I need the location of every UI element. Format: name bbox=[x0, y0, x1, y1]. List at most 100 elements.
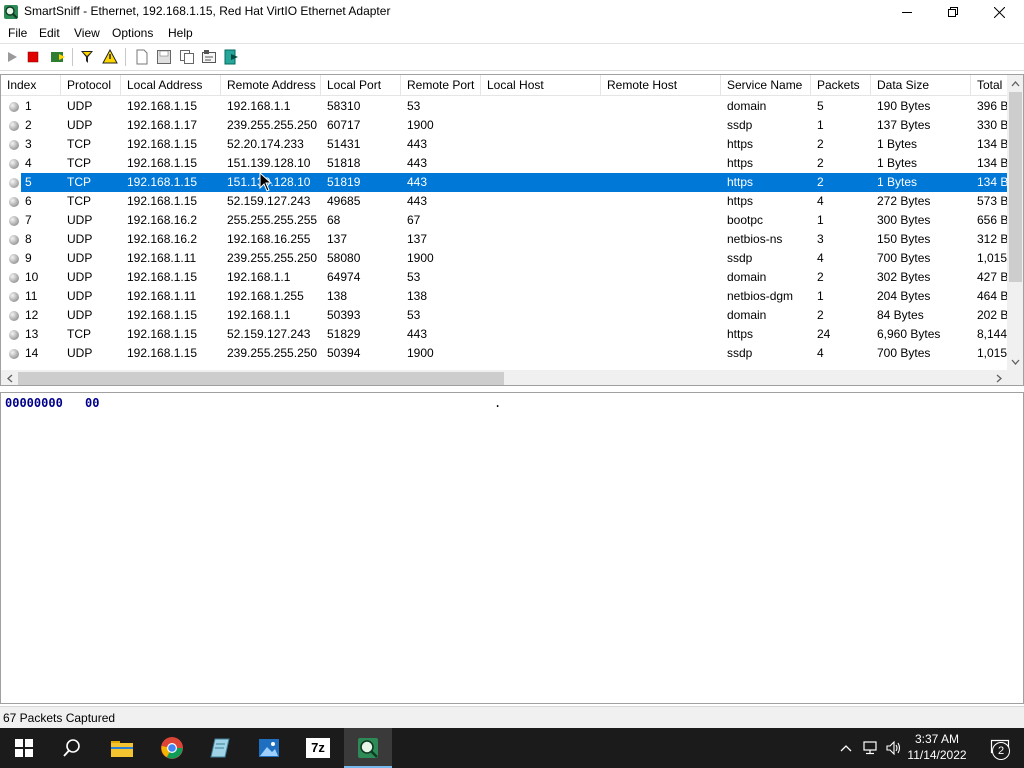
menu-file[interactable]: File bbox=[8, 26, 27, 40]
table-row[interactable]: 5TCP192.168.1.15151.139.128.1051819443ht… bbox=[1, 173, 1007, 192]
cell-data-size: 150 Bytes bbox=[877, 232, 931, 246]
cell-remote-port: 1900 bbox=[407, 251, 434, 265]
start-capture-icon[interactable] bbox=[3, 48, 21, 66]
menu-options[interactable]: Options bbox=[112, 26, 153, 40]
cell-packets: 2 bbox=[817, 156, 824, 170]
save-icon[interactable] bbox=[155, 48, 173, 66]
close-button[interactable] bbox=[976, 0, 1022, 24]
cell-protocol: UDP bbox=[67, 346, 93, 360]
scroll-right-icon[interactable] bbox=[990, 370, 1007, 385]
col-local-port[interactable]: Local Port bbox=[321, 75, 401, 96]
filter-icon[interactable] bbox=[78, 48, 96, 66]
cell-local-address: 192.168.16.2 bbox=[127, 213, 198, 227]
notepad-icon[interactable] bbox=[196, 728, 244, 768]
cell-protocol: UDP bbox=[67, 251, 93, 265]
smartsniff-taskbar-icon[interactable] bbox=[344, 728, 392, 768]
table-row[interactable]: 8 UDP 192.168.16.2 192.168.16.255 137 137 netb… bbox=[1, 230, 1007, 249]
cell-packets: 3 bbox=[817, 232, 824, 246]
scroll-left-icon[interactable] bbox=[1, 370, 18, 385]
cell-service: domain bbox=[727, 270, 767, 284]
col-protocol[interactable]: Protocol bbox=[61, 75, 121, 96]
taskbar-clock[interactable]: 3:37 AM 11/14/2022 bbox=[905, 731, 969, 763]
col-data-size[interactable]: Data Size bbox=[871, 75, 971, 96]
cell-remote-address: 151.139.128.10 bbox=[227, 156, 311, 170]
capture-options-icon[interactable] bbox=[49, 48, 67, 66]
7zip-icon[interactable]: 7z bbox=[294, 728, 342, 768]
windows-start-icon[interactable] bbox=[0, 728, 48, 768]
col-remote-address[interactable]: Remote Address bbox=[221, 75, 321, 96]
table-row[interactable]: 10 UDP 192.168.1.15 192.168.1.1 64974 53 domai… bbox=[1, 268, 1007, 287]
cell-local-host bbox=[481, 249, 601, 268]
search-icon[interactable] bbox=[48, 728, 96, 768]
title-bar[interactable]: SmartSniff - Ethernet, 192.168.1.15, Red… bbox=[0, 0, 1024, 24]
table-row[interactable]: 9 UDP 192.168.1.11 239.255.255.250 58080 1900… bbox=[1, 249, 1007, 268]
notifications-icon[interactable]: 2 bbox=[976, 728, 1024, 768]
cell-protocol: TCP bbox=[67, 156, 91, 170]
table-row[interactable]: 14 UDP 192.168.1.15 239.255.255.250 50394 190… bbox=[1, 344, 1007, 363]
restore-button[interactable] bbox=[930, 0, 976, 24]
table-row[interactable]: 4 TCP 192.168.1.15 151.139.128.10 51818 443 ht… bbox=[1, 154, 1007, 173]
volume-icon[interactable] bbox=[884, 728, 904, 768]
table-row[interactable]: 2 UDP 192.168.1.17 239.255.255.250 60717 1900… bbox=[1, 116, 1007, 135]
col-total[interactable]: Total bbox=[971, 75, 1011, 96]
cell-remote-host bbox=[601, 287, 721, 306]
cell-local-port: 51431 bbox=[327, 137, 361, 151]
cell-protocol: TCP bbox=[67, 137, 91, 151]
table-row[interactable]: 7 UDP 192.168.16.2 255.255.255.255 68 67 bootp… bbox=[1, 211, 1007, 230]
table-row[interactable]: 12 UDP 192.168.1.15 192.168.1.1 50393 53 domai… bbox=[1, 306, 1007, 325]
table-row[interactable]: 1 UDP 192.168.1.15 192.168.1.1 58310 53 domain… bbox=[1, 97, 1007, 116]
cell-local-address: 192.168.1.15 bbox=[127, 346, 198, 360]
col-remote-port[interactable]: Remote Port bbox=[401, 75, 481, 96]
cell-local-host bbox=[481, 173, 601, 192]
cell-remote-host bbox=[601, 173, 721, 192]
col-local-address[interactable]: Local Address bbox=[121, 75, 221, 96]
cell-protocol: UDP bbox=[67, 232, 93, 246]
col-local-host[interactable]: Local Host bbox=[481, 75, 601, 96]
vertical-scrollbar[interactable] bbox=[1007, 75, 1023, 370]
minimize-button[interactable] bbox=[884, 0, 930, 24]
cell-remote-host bbox=[601, 192, 721, 211]
menu-edit[interactable]: Edit bbox=[39, 26, 60, 40]
hex-bytes: 00 bbox=[85, 396, 100, 410]
col-service-name[interactable]: Service Name bbox=[721, 75, 811, 96]
chrome-icon[interactable] bbox=[148, 728, 196, 768]
cell-service: ssdp bbox=[727, 118, 753, 132]
table-row[interactable]: 3 TCP 192.168.1.15 52.20.174.233 51431 443 htt… bbox=[1, 135, 1007, 154]
horizontal-scrollbar[interactable] bbox=[1, 370, 1007, 385]
stop-capture-icon[interactable] bbox=[24, 48, 42, 66]
display-filter-icon[interactable] bbox=[101, 48, 119, 66]
cell-remote-address: 192.168.1.1 bbox=[227, 270, 291, 284]
table-row[interactable]: 13 TCP 192.168.1.15 52.159.127.243 51829 443 h… bbox=[1, 325, 1007, 344]
scroll-down-icon[interactable] bbox=[1007, 353, 1023, 370]
table-row[interactable]: 11 UDP 192.168.1.11 192.168.1.255 138 138 netb… bbox=[1, 287, 1007, 306]
col-remote-host[interactable]: Remote Host bbox=[601, 75, 721, 96]
horizontal-scroll-thumb[interactable] bbox=[18, 372, 504, 385]
packet-hex-view[interactable]: 00000000 00 . bbox=[0, 392, 1024, 704]
col-packets[interactable]: Packets bbox=[811, 75, 871, 96]
notification-count: 2 bbox=[992, 742, 1010, 760]
cell-remote-port: 1900 bbox=[407, 346, 434, 360]
photos-icon[interactable] bbox=[245, 728, 293, 768]
new-icon[interactable] bbox=[133, 48, 151, 66]
html-report-icon[interactable] bbox=[200, 48, 218, 66]
table-row[interactable]: 6 TCP 192.168.1.15 52.159.127.243 49685 443 ht… bbox=[1, 192, 1007, 211]
cell-packets: 4 bbox=[817, 251, 824, 265]
cell-data-size: 300 Bytes bbox=[877, 213, 931, 227]
scroll-up-icon[interactable] bbox=[1007, 75, 1023, 92]
copy-icon[interactable] bbox=[178, 48, 196, 66]
cell-remote-address: 52.159.127.243 bbox=[227, 327, 311, 341]
exit-icon[interactable] bbox=[223, 48, 241, 66]
col-index[interactable]: Index bbox=[1, 75, 61, 96]
status-bar: 67 Packets Captured bbox=[0, 706, 1024, 728]
menu-help[interactable]: Help bbox=[168, 26, 193, 40]
vertical-scroll-thumb[interactable] bbox=[1009, 92, 1022, 282]
7zip-label: 7z bbox=[306, 738, 330, 758]
cell-local-host bbox=[481, 135, 601, 154]
network-icon[interactable] bbox=[860, 728, 882, 768]
cell-total: 656 B bbox=[977, 213, 1007, 227]
cell-packets: 24 bbox=[817, 327, 831, 341]
menu-view[interactable]: View bbox=[74, 26, 100, 40]
file-explorer-icon[interactable] bbox=[98, 728, 146, 768]
connections-list[interactable]: Index Protocol Local Address Remote Addr… bbox=[0, 74, 1024, 386]
show-hidden-icons-icon[interactable] bbox=[836, 728, 856, 768]
